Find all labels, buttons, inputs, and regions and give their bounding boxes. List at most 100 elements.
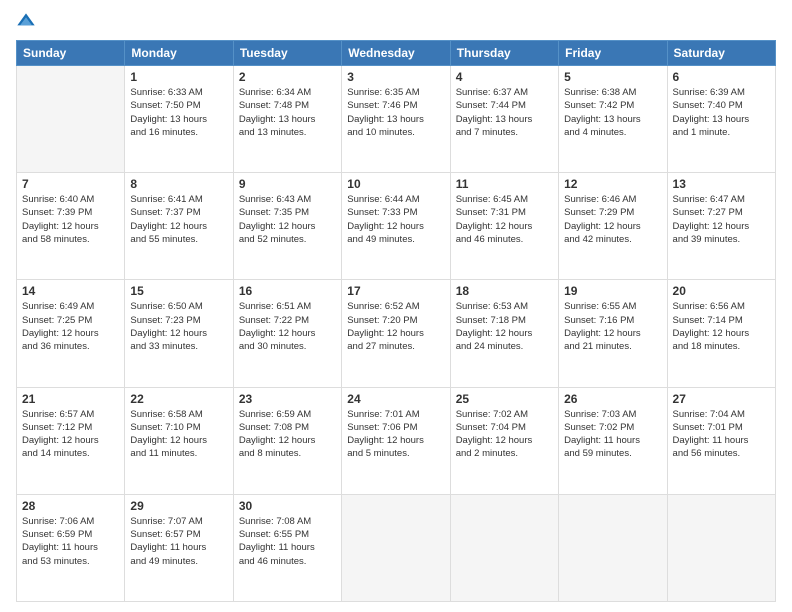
day-header-tuesday: Tuesday — [233, 41, 341, 66]
logo — [16, 12, 40, 32]
day-info: Sunrise: 7:03 AM Sunset: 7:02 PM Dayligh… — [564, 408, 661, 461]
day-number: 17 — [347, 284, 444, 298]
day-number: 2 — [239, 70, 336, 84]
day-info: Sunrise: 6:57 AM Sunset: 7:12 PM Dayligh… — [22, 408, 119, 461]
calendar-cell: 15 Sunrise: 6:50 AM Sunset: 7:23 PM Dayli… — [125, 280, 233, 387]
day-info: Sunrise: 6:44 AM Sunset: 7:33 PM Dayligh… — [347, 193, 444, 246]
day-header-wednesday: Wednesday — [342, 41, 450, 66]
calendar-cell — [17, 66, 125, 173]
calendar-cell: 9 Sunrise: 6:43 AM Sunset: 7:35 PM Daylig… — [233, 173, 341, 280]
calendar-cell: 22Sunrise: 6:58 AM Sunset: 7:10 PM Dayli… — [125, 387, 233, 494]
calendar-cell: 7 Sunrise: 6:40 AM Sunset: 7:39 PM Daylig… — [17, 173, 125, 280]
day-info: Sunrise: 6:43 AM Sunset: 7:35 PM Dayligh… — [239, 193, 336, 246]
calendar-cell: 5 Sunrise: 6:38 AM Sunset: 7:42 PM Daylig… — [559, 66, 667, 173]
day-info: Sunrise: 6:38 AM Sunset: 7:42 PM Dayligh… — [564, 86, 661, 139]
calendar-cell: 19Sunrise: 6:55 AM Sunset: 7:16 PM Dayli… — [559, 280, 667, 387]
week-row-1: 1 Sunrise: 6:33 AM Sunset: 7:50 PM Daylig… — [17, 66, 776, 173]
day-info: Sunrise: 6:47 AM Sunset: 7:27 PM Dayligh… — [673, 193, 770, 246]
day-info: Sunrise: 6:39 AM Sunset: 7:40 PM Dayligh… — [673, 86, 770, 139]
day-info: Sunrise: 6:34 AM Sunset: 7:48 PM Dayligh… — [239, 86, 336, 139]
calendar-cell: 11Sunrise: 6:45 AM Sunset: 7:31 PM Dayli… — [450, 173, 558, 280]
day-info: Sunrise: 6:58 AM Sunset: 7:10 PM Dayligh… — [130, 408, 227, 461]
calendar-cell: 23 Sunrise: 6:59 AM Sunset: 7:08 PM Dayli… — [233, 387, 341, 494]
calendar-cell: 12 Sunrise: 6:46 AM Sunset: 7:29 PM Dayli… — [559, 173, 667, 280]
calendar-cell: 16 Sunrise: 6:51 AM Sunset: 7:22 PM Dayli… — [233, 280, 341, 387]
day-info: Sunrise: 7:07 AM Sunset: 6:57 PM Dayligh… — [130, 515, 227, 568]
calendar-cell: 20 Sunrise: 6:56 AM Sunset: 7:14 PM Dayli… — [667, 280, 775, 387]
day-info: Sunrise: 7:06 AM Sunset: 6:59 PM Dayligh… — [22, 515, 119, 568]
day-number: 9 — [239, 177, 336, 191]
calendar-cell: 26Sunrise: 7:03 AM Sunset: 7:02 PM Dayli… — [559, 387, 667, 494]
day-info: Sunrise: 6:37 AM Sunset: 7:44 PM Dayligh… — [456, 86, 553, 139]
week-row-2: 7 Sunrise: 6:40 AM Sunset: 7:39 PM Daylig… — [17, 173, 776, 280]
calendar-cell: 24 Sunrise: 7:01 AM Sunset: 7:06 PM Dayli… — [342, 387, 450, 494]
day-info: Sunrise: 6:41 AM Sunset: 7:37 PM Dayligh… — [130, 193, 227, 246]
day-info: Sunrise: 6:40 AM Sunset: 7:39 PM Dayligh… — [22, 193, 119, 246]
day-number: 23 — [239, 392, 336, 406]
day-number: 16 — [239, 284, 336, 298]
day-info: Sunrise: 6:49 AM Sunset: 7:25 PM Dayligh… — [22, 300, 119, 353]
day-number: 8 — [130, 177, 227, 191]
day-number: 10 — [347, 177, 444, 191]
day-number: 25 — [456, 392, 553, 406]
day-info: Sunrise: 7:02 AM Sunset: 7:04 PM Dayligh… — [456, 408, 553, 461]
calendar-cell: 1 Sunrise: 6:33 AM Sunset: 7:50 PM Daylig… — [125, 66, 233, 173]
calendar-header-row: SundayMondayTuesdayWednesdayThursdayFrid… — [17, 41, 776, 66]
day-header-monday: Monday — [125, 41, 233, 66]
day-info: Sunrise: 6:51 AM Sunset: 7:22 PM Dayligh… — [239, 300, 336, 353]
calendar-cell: 30 Sunrise: 7:08 AM Sunset: 6:55 PM Dayli… — [233, 494, 341, 601]
calendar-cell: 6 Sunrise: 6:39 AM Sunset: 7:40 PM Daylig… — [667, 66, 775, 173]
day-header-saturday: Saturday — [667, 41, 775, 66]
day-info: Sunrise: 6:46 AM Sunset: 7:29 PM Dayligh… — [564, 193, 661, 246]
calendar-cell: 18 Sunrise: 6:53 AM Sunset: 7:18 PM Dayli… — [450, 280, 558, 387]
calendar-cell: 29 Sunrise: 7:07 AM Sunset: 6:57 PM Dayli… — [125, 494, 233, 601]
day-number: 30 — [239, 499, 336, 513]
day-info: Sunrise: 6:53 AM Sunset: 7:18 PM Dayligh… — [456, 300, 553, 353]
day-number: 4 — [456, 70, 553, 84]
day-number: 1 — [130, 70, 227, 84]
calendar-cell — [450, 494, 558, 601]
page: SundayMondayTuesdayWednesdayThursdayFrid… — [0, 0, 792, 612]
calendar-cell: 4 Sunrise: 6:37 AM Sunset: 7:44 PM Daylig… — [450, 66, 558, 173]
calendar-cell — [667, 494, 775, 601]
day-info: Sunrise: 7:01 AM Sunset: 7:06 PM Dayligh… — [347, 408, 444, 461]
calendar-cell: 27 Sunrise: 7:04 AM Sunset: 7:01 PM Dayli… — [667, 387, 775, 494]
day-number: 29 — [130, 499, 227, 513]
day-info: Sunrise: 7:04 AM Sunset: 7:01 PM Dayligh… — [673, 408, 770, 461]
calendar-cell: 8 Sunrise: 6:41 AM Sunset: 7:37 PM Daylig… — [125, 173, 233, 280]
day-number: 15 — [130, 284, 227, 298]
day-number: 20 — [673, 284, 770, 298]
calendar-cell — [559, 494, 667, 601]
day-info: Sunrise: 6:52 AM Sunset: 7:20 PM Dayligh… — [347, 300, 444, 353]
header — [16, 12, 776, 32]
day-number: 21 — [22, 392, 119, 406]
day-info: Sunrise: 6:59 AM Sunset: 7:08 PM Dayligh… — [239, 408, 336, 461]
day-number: 24 — [347, 392, 444, 406]
day-number: 27 — [673, 392, 770, 406]
day-info: Sunrise: 6:50 AM Sunset: 7:23 PM Dayligh… — [130, 300, 227, 353]
day-number: 12 — [564, 177, 661, 191]
calendar-cell: 10 Sunrise: 6:44 AM Sunset: 7:33 PM Dayli… — [342, 173, 450, 280]
calendar-cell: 17 Sunrise: 6:52 AM Sunset: 7:20 PM Dayli… — [342, 280, 450, 387]
day-number: 6 — [673, 70, 770, 84]
week-row-3: 14 Sunrise: 6:49 AM Sunset: 7:25 PM Dayli… — [17, 280, 776, 387]
day-number: 7 — [22, 177, 119, 191]
day-number: 13 — [673, 177, 770, 191]
day-number: 14 — [22, 284, 119, 298]
day-number: 18 — [456, 284, 553, 298]
calendar-cell — [342, 494, 450, 601]
day-info: Sunrise: 6:33 AM Sunset: 7:50 PM Dayligh… — [130, 86, 227, 139]
day-info: Sunrise: 7:08 AM Sunset: 6:55 PM Dayligh… — [239, 515, 336, 568]
day-info: Sunrise: 6:55 AM Sunset: 7:16 PM Dayligh… — [564, 300, 661, 353]
calendar-cell: 14 Sunrise: 6:49 AM Sunset: 7:25 PM Dayli… — [17, 280, 125, 387]
day-number: 3 — [347, 70, 444, 84]
week-row-4: 21 Sunrise: 6:57 AM Sunset: 7:12 PM Dayli… — [17, 387, 776, 494]
day-header-sunday: Sunday — [17, 41, 125, 66]
day-info: Sunrise: 6:56 AM Sunset: 7:14 PM Dayligh… — [673, 300, 770, 353]
day-info: Sunrise: 6:35 AM Sunset: 7:46 PM Dayligh… — [347, 86, 444, 139]
day-number: 5 — [564, 70, 661, 84]
calendar-cell: 13 Sunrise: 6:47 AM Sunset: 7:27 PM Dayli… — [667, 173, 775, 280]
logo-icon — [16, 12, 36, 32]
day-number: 28 — [22, 499, 119, 513]
day-header-thursday: Thursday — [450, 41, 558, 66]
